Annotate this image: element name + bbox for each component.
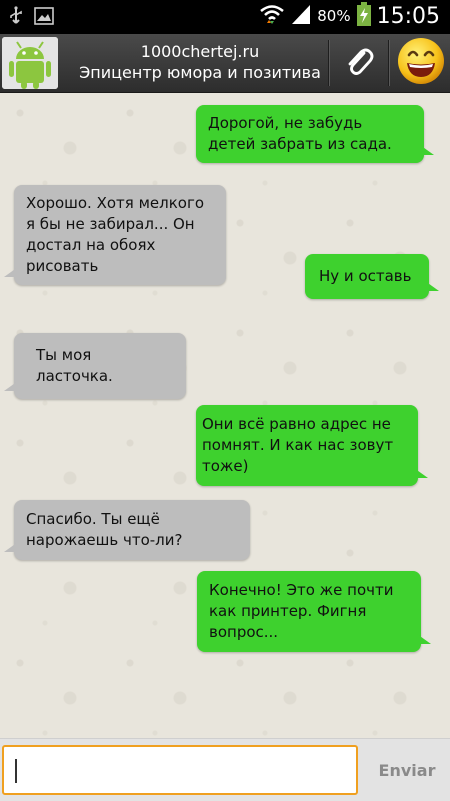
- message-text: Конечно! Это же почти как принтер. Фигня…: [209, 581, 394, 641]
- divider: [388, 40, 389, 86]
- divider: [328, 40, 329, 86]
- message-bubble-incoming[interactable]: Ты моя ласточка.: [4, 333, 186, 399]
- message-text: Они всё равно адрес не помнят. И как нас…: [202, 415, 394, 475]
- image-icon: [34, 7, 54, 29]
- message-bubble-outgoing[interactable]: Дорогой, не забудь детей забрать из сада…: [196, 105, 434, 163]
- send-button[interactable]: Enviar: [366, 745, 448, 795]
- conversation-header: 1000chertej.ru Эпицентр юмора и позитива: [0, 34, 450, 93]
- attach-button[interactable]: [331, 34, 387, 92]
- emoji-button[interactable]: [392, 34, 450, 92]
- message-list[interactable]: Дорогой, не забудь детей забрать из сада…: [0, 93, 450, 738]
- android-robot-icon: [2, 37, 58, 89]
- message-bubble-outgoing[interactable]: Ну и оставь: [305, 254, 439, 299]
- battery-charging-icon: [356, 2, 371, 30]
- battery-percentage: 80%: [317, 7, 351, 25]
- message-bubble-incoming[interactable]: Хорошо. Хотя мелкого я бы не забирал... …: [4, 185, 226, 285]
- message-text: Ты моя ласточка.: [36, 346, 113, 385]
- usb-icon: [8, 6, 24, 30]
- smiley-icon: [396, 36, 446, 90]
- text-cursor: [15, 759, 17, 783]
- paperclip-icon: [344, 44, 374, 82]
- avatar[interactable]: [2, 37, 58, 89]
- contact-name: 1000chertej.ru: [140, 42, 260, 61]
- message-bubble-outgoing[interactable]: Они всё равно адрес не помнят. И как нас…: [196, 405, 428, 486]
- message-bubble-outgoing[interactable]: Конечно! Это же почти как принтер. Фигня…: [197, 571, 431, 652]
- status-bar: 80% 15:05: [0, 0, 450, 34]
- message-text: Хорошо. Хотя мелкого я бы не забирал... …: [26, 194, 205, 275]
- composer-bar: Enviar: [0, 738, 450, 801]
- message-bubble-incoming[interactable]: Спасибо. Ты ещё нарожаешь что-ли?: [4, 500, 250, 560]
- signal-icon: [291, 3, 311, 29]
- clock: 15:05: [376, 3, 440, 29]
- contact-info[interactable]: 1000chertej.ru Эпицентр юмора и позитива: [70, 42, 330, 83]
- message-text: Спасибо. Ты ещё нарожаешь что-ли?: [26, 510, 183, 549]
- message-input[interactable]: [2, 745, 358, 795]
- message-text: Ну и оставь: [319, 267, 412, 285]
- contact-status: Эпицентр юмора и позитива: [79, 63, 321, 82]
- message-text: Дорогой, не забудь детей забрать из сада…: [208, 114, 392, 153]
- wifi-icon: [259, 3, 285, 29]
